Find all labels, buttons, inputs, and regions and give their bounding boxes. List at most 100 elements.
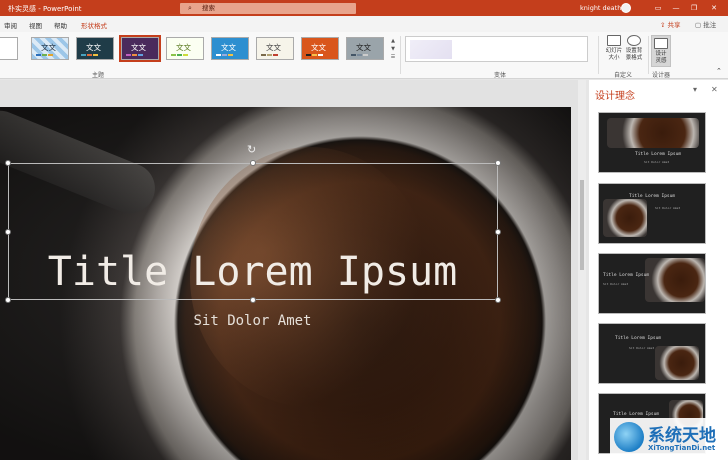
theme-tile-text: 文文: [41, 43, 56, 52]
share-button[interactable]: ⇪ 共享: [660, 19, 681, 29]
theme-tile-text: 文文: [86, 43, 101, 52]
themes-group-label: 主题: [92, 72, 105, 79]
document-title: 朴实灵感 - PowerPoint: [8, 5, 82, 13]
watermark: 系统天地 XiTongTianDi.net: [610, 418, 728, 460]
collapse-ribbon-icon[interactable]: ⌃: [716, 68, 722, 75]
pane-title: 设计理念: [595, 91, 635, 102]
ribbon-tabs: 审阅 视图 帮助 形状格式 ⇪ 共享 ▢ 批注: [0, 16, 728, 32]
variants-gallery: [405, 36, 588, 62]
theme-tile-text: 文文: [131, 43, 146, 52]
design-idea-thumbnail[interactable]: Title Lorem Ipsum Sit Dolor Amet: [598, 323, 706, 384]
slide-title[interactable]: Title Lorem Ipsum: [0, 249, 505, 295]
theme-tile[interactable]: 文文: [119, 35, 161, 62]
design-ideas-button[interactable]: 设计 灵感: [651, 35, 671, 67]
theme-tile[interactable]: 文文: [346, 37, 384, 60]
tab-review[interactable]: 审阅: [4, 20, 17, 30]
thumb-title: Title Lorem Ipsum: [629, 194, 676, 199]
watermark-cn: 系统天地: [648, 426, 716, 446]
canvas-scrollbar[interactable]: [578, 80, 586, 460]
scroll-up-icon[interactable]: ▲: [389, 37, 397, 45]
theme-gallery-scroll[interactable]: ▲ ▼ ☰: [389, 37, 397, 61]
theme-tile[interactable]: 文文: [211, 37, 249, 60]
format-background-label: 设置背 景格式: [625, 48, 643, 61]
close-button[interactable]: ✕: [706, 2, 722, 14]
thumbnail-image: [607, 118, 699, 148]
theme-tile[interactable]: 文文: [166, 37, 204, 60]
format-background-icon: [627, 35, 641, 46]
avatar[interactable]: [621, 3, 631, 13]
search-icon: ⌕: [188, 4, 192, 12]
customize-group-label: 自定义: [614, 72, 633, 79]
resize-handle[interactable]: [495, 297, 501, 303]
resize-handle[interactable]: [495, 160, 501, 166]
theme-tile-text: 文文: [221, 43, 236, 52]
minimize-button[interactable]: —: [668, 2, 684, 14]
watermark-en: XiTongTianDi.net: [648, 444, 716, 452]
theme-tile-text: 文文: [266, 43, 281, 52]
restore-button[interactable]: ❐: [686, 2, 702, 14]
thumbnail-image: [645, 258, 705, 302]
gallery-more-icon[interactable]: ☰: [389, 53, 397, 61]
ribbon: 文文 文文 文文 文文 文文 文文 文文 文文 ▲ ▼ ☰ 主题 变体 幻灯片 …: [0, 32, 728, 79]
thumb-title: Title Lorem Ipsum: [615, 336, 662, 341]
theme-tile[interactable]: 文文: [256, 37, 294, 60]
format-background-button[interactable]: 设置背 景格式: [624, 35, 644, 61]
tab-help[interactable]: 帮助: [54, 20, 67, 30]
resize-handle[interactable]: [250, 297, 256, 303]
theme-tile[interactable]: 文文: [76, 37, 114, 60]
design-ideas-pane: 设计理念 ▾ ✕ Title Lorem Ipsum Sit Dolor Ame…: [589, 80, 728, 460]
scroll-down-icon[interactable]: ▼: [389, 45, 397, 53]
variant-tile[interactable]: [410, 40, 452, 59]
thumb-title: Title Lorem Ipsum: [603, 273, 650, 278]
pane-close-icon[interactable]: ✕: [711, 85, 718, 94]
group-divider: [400, 36, 401, 74]
slide-subtitle[interactable]: Sit Dolor Amet: [0, 313, 505, 329]
scrollbar-thumb[interactable]: [580, 180, 584, 270]
rotate-handle-icon[interactable]: ↻: [247, 143, 256, 156]
theme-tile[interactable]: 文文: [301, 37, 339, 60]
comment-label: 批注: [703, 21, 717, 29]
slide-canvas: ↻ Title Lorem Ipsum Sit Dolor Amet: [0, 80, 580, 460]
slide-size-button[interactable]: 幻灯片 大小: [604, 35, 624, 61]
thumbnail-image: [603, 199, 647, 237]
group-divider: [598, 36, 599, 74]
resize-handle[interactable]: [250, 160, 256, 166]
resize-handle[interactable]: [5, 297, 11, 303]
thumb-subtitle: Sit Dolor Amet: [655, 206, 681, 210]
user-name[interactable]: knight death: [580, 4, 621, 12]
resize-handle[interactable]: [495, 229, 501, 235]
pane-options-icon[interactable]: ▾: [693, 85, 697, 94]
slide[interactable]: ↻ Title Lorem Ipsum Sit Dolor Amet: [0, 107, 571, 460]
slide-size-label: 幻灯片 大小: [605, 48, 623, 61]
tab-view[interactable]: 视图: [29, 20, 42, 30]
design-idea-thumbnail[interactable]: Title Lorem Ipsum Sit Dolor Amet: [598, 253, 706, 314]
search-placeholder: 搜索: [202, 4, 215, 12]
watermark-logo-icon: [614, 422, 644, 452]
thumb-subtitle: Sit Dolor Amet: [603, 282, 629, 286]
designer-group-label: 设计器: [652, 72, 671, 79]
share-label: 共享: [667, 21, 681, 29]
thumbnail-image: [655, 346, 699, 380]
design-idea-thumbnail[interactable]: Title Lorem Ipsum Sit Dolor Amet: [598, 112, 706, 173]
search-box[interactable]: ⌕ 搜索: [180, 3, 356, 14]
theme-tile-text: 文文: [176, 43, 191, 52]
theme-tile-text: 文文: [356, 43, 371, 52]
resize-handle[interactable]: [5, 229, 11, 235]
slide-size-icon: [607, 35, 621, 46]
resize-handle[interactable]: [5, 160, 11, 166]
thumb-title: Title Lorem Ipsum: [613, 412, 660, 417]
ribbon-display-icon[interactable]: ▭: [650, 2, 666, 14]
theme-tile[interactable]: [0, 37, 18, 60]
design-ideas-label: 设计 灵感: [655, 51, 667, 64]
thumb-subtitle: Sit Dolor Amet: [644, 160, 670, 164]
group-divider: [648, 36, 649, 74]
variants-group-label: 变体: [494, 72, 507, 79]
theme-tile-text: 文文: [311, 43, 326, 52]
thumb-subtitle: Sit Dolor Amet: [629, 346, 655, 350]
tab-shape-format[interactable]: 形状格式: [81, 20, 107, 30]
thumb-title: Title Lorem Ipsum: [635, 152, 682, 157]
theme-tile[interactable]: 文文: [31, 37, 69, 60]
title-bar: 朴实灵感 - PowerPoint ⌕ 搜索 knight death ▭ — …: [0, 0, 728, 16]
comment-button[interactable]: ▢ 批注: [695, 19, 716, 29]
design-idea-thumbnail[interactable]: Title Lorem Ipsum Sit Dolor Amet: [598, 183, 706, 244]
